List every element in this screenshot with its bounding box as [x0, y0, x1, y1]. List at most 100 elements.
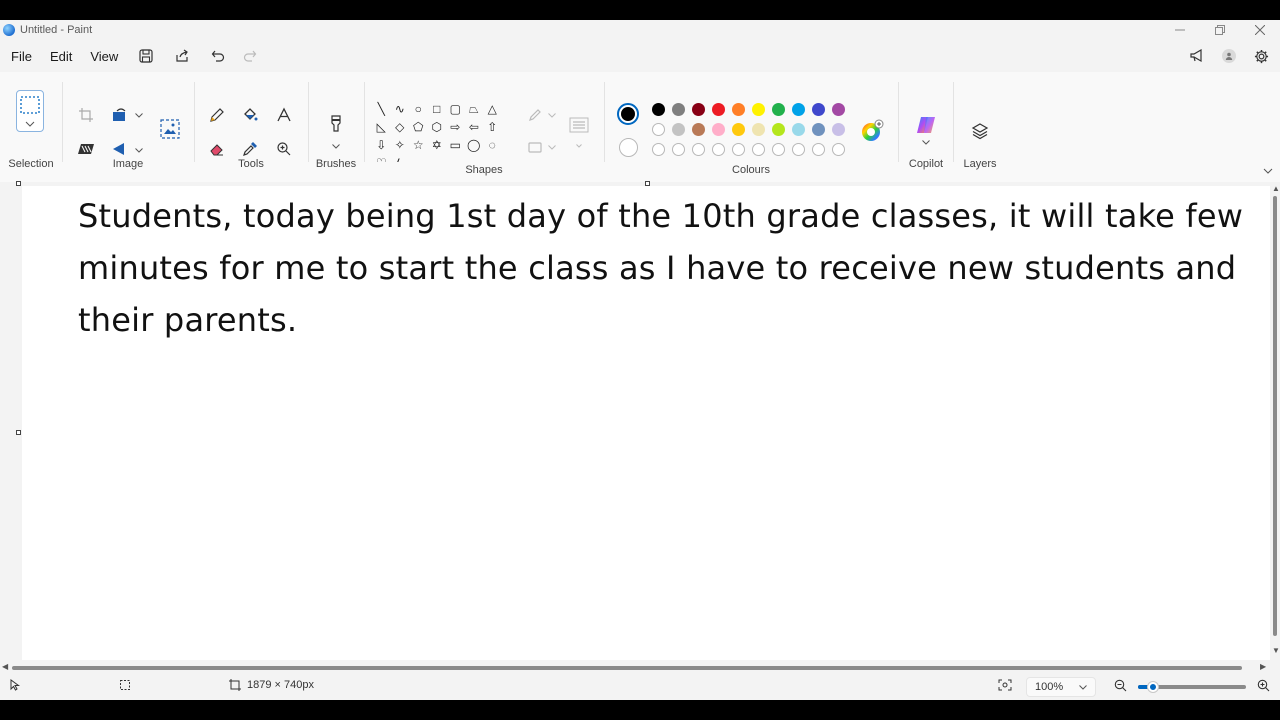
custom-colour-slot[interactable]: [812, 143, 825, 156]
scroll-down-icon[interactable]: ▼: [1272, 646, 1280, 655]
oval-callout-shape-icon[interactable]: ◯: [465, 136, 484, 154]
scroll-right-icon[interactable]: ▶: [1260, 662, 1266, 671]
colour-swatch[interactable]: [692, 103, 705, 116]
colour-swatch[interactable]: [752, 123, 765, 136]
collapse-ribbon-icon[interactable]: [1263, 168, 1273, 174]
colour-swatch[interactable]: [772, 103, 785, 116]
menu-view[interactable]: View: [81, 44, 127, 68]
undo-button[interactable]: [205, 44, 231, 68]
restore-button[interactable]: [1200, 20, 1240, 40]
colour-swatch[interactable]: [732, 103, 745, 116]
secondary-colour-swatch[interactable]: [619, 138, 638, 157]
five-point-star-shape-icon[interactable]: ☆: [409, 136, 428, 154]
custom-colour-slot[interactable]: [652, 143, 665, 156]
crop-button[interactable]: [73, 102, 99, 128]
vertical-scroll-thumb[interactable]: [1273, 196, 1277, 636]
shape-size-button[interactable]: [566, 112, 592, 138]
account-button[interactable]: [1216, 44, 1242, 68]
primary-colour-swatch[interactable]: [617, 103, 639, 125]
selection-tool-button[interactable]: [16, 90, 44, 132]
layers-button[interactable]: [967, 118, 993, 144]
colour-swatch[interactable]: [732, 123, 745, 136]
brushes-button[interactable]: [323, 112, 349, 138]
rounded-rectangle-shape-icon[interactable]: ▢: [446, 100, 465, 118]
scroll-left-icon[interactable]: ◀: [2, 662, 8, 671]
right-triangle-shape-icon[interactable]: ◺: [372, 118, 391, 136]
zoom-in-button[interactable]: [1257, 679, 1270, 692]
fill-button[interactable]: [237, 102, 263, 128]
colour-swatch[interactable]: [712, 103, 725, 116]
custom-colour-slot[interactable]: [792, 143, 805, 156]
text-button[interactable]: [271, 102, 297, 128]
outline-button[interactable]: [522, 102, 548, 128]
redo-button[interactable]: [237, 44, 263, 68]
colour-swatch[interactable]: [832, 123, 845, 136]
canvas-resize-handle[interactable]: [16, 430, 21, 435]
colour-swatch[interactable]: [792, 103, 805, 116]
image-options-button[interactable]: [157, 116, 183, 142]
line-shape-icon[interactable]: ╲: [372, 100, 391, 118]
oval-shape-icon[interactable]: ○: [409, 100, 428, 118]
scroll-up-icon[interactable]: ▲: [1272, 184, 1280, 193]
menu-edit[interactable]: Edit: [41, 44, 81, 68]
lightning-shape-icon[interactable]: ϟ: [391, 154, 410, 162]
zoom-out-button[interactable]: [1114, 679, 1127, 692]
arrow-up-shape-icon[interactable]: ⇧: [483, 118, 502, 136]
save-button[interactable]: [133, 44, 159, 68]
hexagon-shape-icon[interactable]: ⬡: [428, 118, 447, 136]
rectangular-callout-shape-icon[interactable]: ▭: [446, 136, 465, 154]
colour-swatch[interactable]: [692, 123, 705, 136]
settings-button[interactable]: [1248, 44, 1274, 68]
horizontal-scrollbar[interactable]: ◀ ▶: [0, 660, 1270, 674]
colour-swatch[interactable]: [672, 123, 685, 136]
colour-swatch[interactable]: [652, 123, 665, 136]
minimize-button[interactable]: [1160, 20, 1200, 40]
custom-colour-slot[interactable]: [672, 143, 685, 156]
polygon-shape-icon[interactable]: ⏢: [465, 100, 484, 118]
edit-colours-button[interactable]: [859, 118, 885, 144]
heart-shape-icon[interactable]: ♡: [372, 154, 391, 162]
colour-swatch[interactable]: [812, 103, 825, 116]
colour-swatch[interactable]: [672, 103, 685, 116]
resize-button[interactable]: [107, 102, 133, 128]
six-point-star-shape-icon[interactable]: ✡: [428, 136, 447, 154]
custom-colour-slot[interactable]: [772, 143, 785, 156]
custom-colour-slot[interactable]: [752, 143, 765, 156]
triangle-shape-icon[interactable]: △: [483, 100, 502, 118]
diamond-shape-icon[interactable]: ◇: [391, 118, 410, 136]
share-button[interactable]: [169, 44, 195, 68]
horizontal-scroll-thumb[interactable]: [12, 666, 1242, 670]
close-button[interactable]: [1240, 20, 1280, 40]
colour-swatch[interactable]: [652, 103, 665, 116]
arrow-left-shape-icon[interactable]: ⇦: [465, 118, 484, 136]
curve-shape-icon[interactable]: ∿: [391, 100, 410, 118]
zoom-slider[interactable]: [1138, 682, 1246, 692]
custom-colour-slot[interactable]: [692, 143, 705, 156]
colour-swatch[interactable]: [772, 123, 785, 136]
custom-colour-slot[interactable]: [732, 143, 745, 156]
colour-swatch[interactable]: [832, 103, 845, 116]
arrow-down-shape-icon[interactable]: ⇩: [372, 136, 391, 154]
cloud-callout-shape-icon[interactable]: ◌: [483, 136, 502, 154]
pencil-button[interactable]: [204, 102, 230, 128]
canvas-resize-handle[interactable]: [16, 181, 21, 186]
feedback-button[interactable]: [1184, 44, 1210, 68]
pentagon-shape-icon[interactable]: ⬠: [409, 118, 428, 136]
four-point-star-shape-icon[interactable]: ✧: [391, 136, 410, 154]
shape-fill-button[interactable]: [522, 134, 548, 160]
arrow-right-shape-icon[interactable]: ⇨: [446, 118, 465, 136]
canvas-resize-handle[interactable]: [645, 181, 650, 186]
fit-to-window-button[interactable]: [998, 679, 1012, 691]
custom-colour-slot[interactable]: [832, 143, 845, 156]
colour-swatch[interactable]: [812, 123, 825, 136]
menu-file[interactable]: File: [2, 44, 41, 68]
drawing-canvas[interactable]: Students, today being 1st day of the 10t…: [22, 186, 1270, 660]
colour-swatch[interactable]: [752, 103, 765, 116]
vertical-scrollbar[interactable]: ▲ ▼: [1270, 182, 1280, 680]
zoom-slider-knob[interactable]: [1148, 682, 1158, 692]
canvas-text-content[interactable]: Students, today being 1st day of the 10t…: [78, 190, 1253, 346]
colour-swatch[interactable]: [792, 123, 805, 136]
rectangle-shape-icon[interactable]: □: [428, 100, 447, 118]
copilot-button[interactable]: [913, 112, 939, 138]
custom-colour-slot[interactable]: [712, 143, 725, 156]
